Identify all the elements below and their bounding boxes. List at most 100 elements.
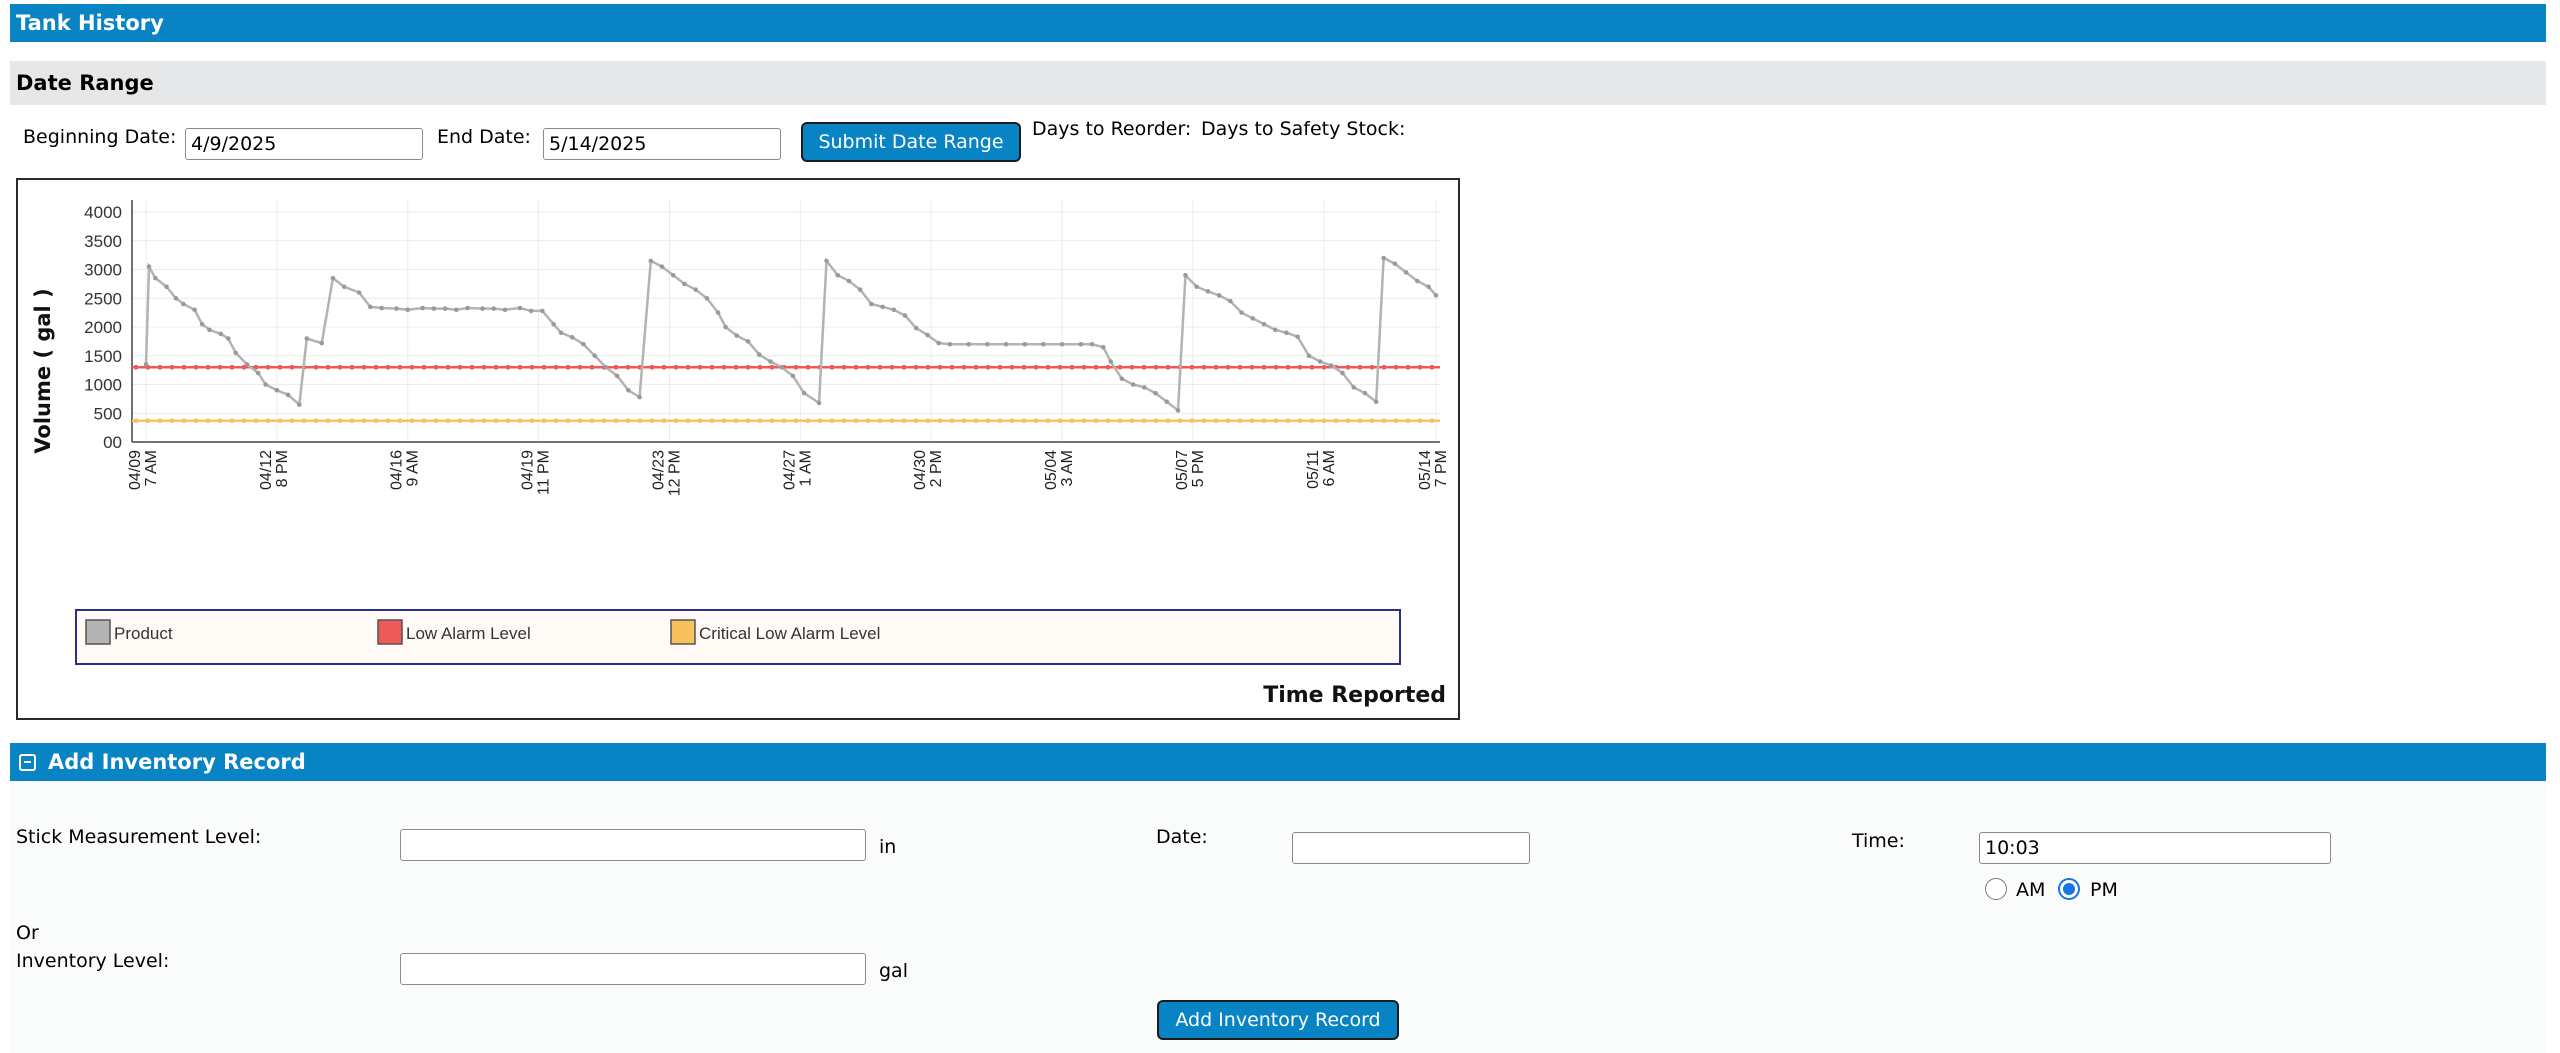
series-point-1 xyxy=(721,364,727,370)
series-point-product xyxy=(218,331,224,337)
series-point-1 xyxy=(169,364,175,370)
series-point-product xyxy=(1433,293,1439,298)
series-point-product xyxy=(1351,385,1357,390)
series-point-product xyxy=(244,362,250,367)
series-point-product xyxy=(405,307,411,313)
series-point-product xyxy=(192,307,197,313)
series-point-2 xyxy=(781,418,787,424)
series-point-1 xyxy=(445,364,451,370)
series-point-1 xyxy=(925,364,931,370)
series-point-1 xyxy=(517,364,523,370)
series-point-product xyxy=(1392,261,1398,267)
x-axis-title: Time Reported xyxy=(1263,683,1446,708)
series-point-product xyxy=(153,275,158,281)
series-point-1 xyxy=(1093,364,1099,370)
series-point-2 xyxy=(1141,418,1147,424)
am-label: AM xyxy=(2016,879,2046,901)
series-point-1 xyxy=(529,364,535,370)
series-point-1 xyxy=(181,364,187,370)
date-input[interactable] xyxy=(1292,832,1530,864)
series-point-product xyxy=(902,313,908,318)
series-point-2 xyxy=(973,418,979,424)
series-point-1 xyxy=(157,364,163,370)
series-point-product xyxy=(913,325,919,331)
series-point-2 xyxy=(841,418,847,424)
series-point-2 xyxy=(205,418,211,424)
series-point-2 xyxy=(937,418,943,424)
series-point-product xyxy=(816,400,822,406)
series-point-2 xyxy=(1321,418,1327,424)
series-point-1 xyxy=(553,364,559,370)
series-point-2 xyxy=(1093,418,1099,424)
tank-history-header: Tank History xyxy=(10,4,2546,42)
beginning-date-input[interactable] xyxy=(185,128,423,160)
collapse-minus-icon[interactable] xyxy=(19,753,36,771)
series-point-product xyxy=(1317,359,1323,364)
series-point-1 xyxy=(1405,364,1411,370)
stick-measurement-input[interactable] xyxy=(400,829,866,861)
series-point-product xyxy=(1041,341,1046,347)
series-point-product xyxy=(745,339,751,344)
series-point-1 xyxy=(469,364,475,370)
series-point-1 xyxy=(853,364,859,370)
series-point-1 xyxy=(1237,364,1243,370)
series-point-2 xyxy=(325,418,331,424)
series-point-2 xyxy=(1165,418,1171,424)
end-date-input[interactable] xyxy=(543,128,781,160)
series-point-2 xyxy=(721,418,727,424)
pm-radio[interactable] xyxy=(2058,878,2080,900)
am-radio[interactable] xyxy=(1985,878,2007,900)
series-point-2 xyxy=(613,418,619,424)
series-point-2 xyxy=(1009,418,1015,424)
series-point-1 xyxy=(805,364,811,370)
series-point-2 xyxy=(913,418,919,424)
series-point-2 xyxy=(829,418,835,424)
series-point-2 xyxy=(1153,418,1159,424)
series-point-2 xyxy=(301,418,307,424)
series-point-1 xyxy=(697,364,703,370)
series-point-2 xyxy=(1069,418,1075,424)
series-point-product xyxy=(891,307,897,313)
series-point-product xyxy=(1108,359,1113,364)
series-point-product xyxy=(225,336,231,341)
series-point-1 xyxy=(1153,364,1159,370)
time-input[interactable] xyxy=(1979,832,2331,864)
series-point-1 xyxy=(745,364,751,370)
series-point-1 xyxy=(1309,364,1315,370)
series-point-2 xyxy=(229,418,235,424)
series-point-1 xyxy=(1009,364,1015,370)
series-point-product xyxy=(263,382,268,387)
add-inventory-record-button[interactable]: Add Inventory Record xyxy=(1157,1000,1399,1040)
series-point-2 xyxy=(1285,418,1291,424)
submit-date-range-button[interactable]: Submit Date Range xyxy=(801,122,1021,162)
series-point-product xyxy=(869,301,874,307)
series-point-2 xyxy=(637,418,643,424)
series-point-1 xyxy=(1429,364,1435,370)
x-tick-label: 04/169 AM xyxy=(389,450,422,490)
series-point-2 xyxy=(349,418,355,424)
series-point-product xyxy=(1153,390,1158,396)
legend-swatch xyxy=(85,619,111,645)
series-point-1 xyxy=(229,364,235,370)
series-point-product xyxy=(659,264,665,269)
series-point-2 xyxy=(469,418,475,424)
add-inventory-header[interactable]: Add Inventory Record xyxy=(10,743,2546,781)
series-point-2 xyxy=(697,418,703,424)
series-point-1 xyxy=(1021,364,1027,370)
inventory-unit-label: gal xyxy=(879,960,908,982)
inventory-level-input[interactable] xyxy=(400,953,866,985)
series-point-2 xyxy=(1225,418,1231,424)
series-point-1 xyxy=(1225,364,1231,370)
series-point-1 xyxy=(349,364,355,370)
series-point-1 xyxy=(661,364,667,370)
series-point-1 xyxy=(217,364,223,370)
end-date-label: End Date: xyxy=(437,126,531,148)
series-point-2 xyxy=(1033,418,1039,424)
series-point-1 xyxy=(313,364,319,370)
series-point-product xyxy=(341,284,347,290)
series-point-product xyxy=(1194,284,1199,290)
series-point-2 xyxy=(409,418,415,424)
series-point-product xyxy=(181,301,186,307)
series-point-1 xyxy=(757,364,763,370)
series-point-product xyxy=(431,306,437,311)
